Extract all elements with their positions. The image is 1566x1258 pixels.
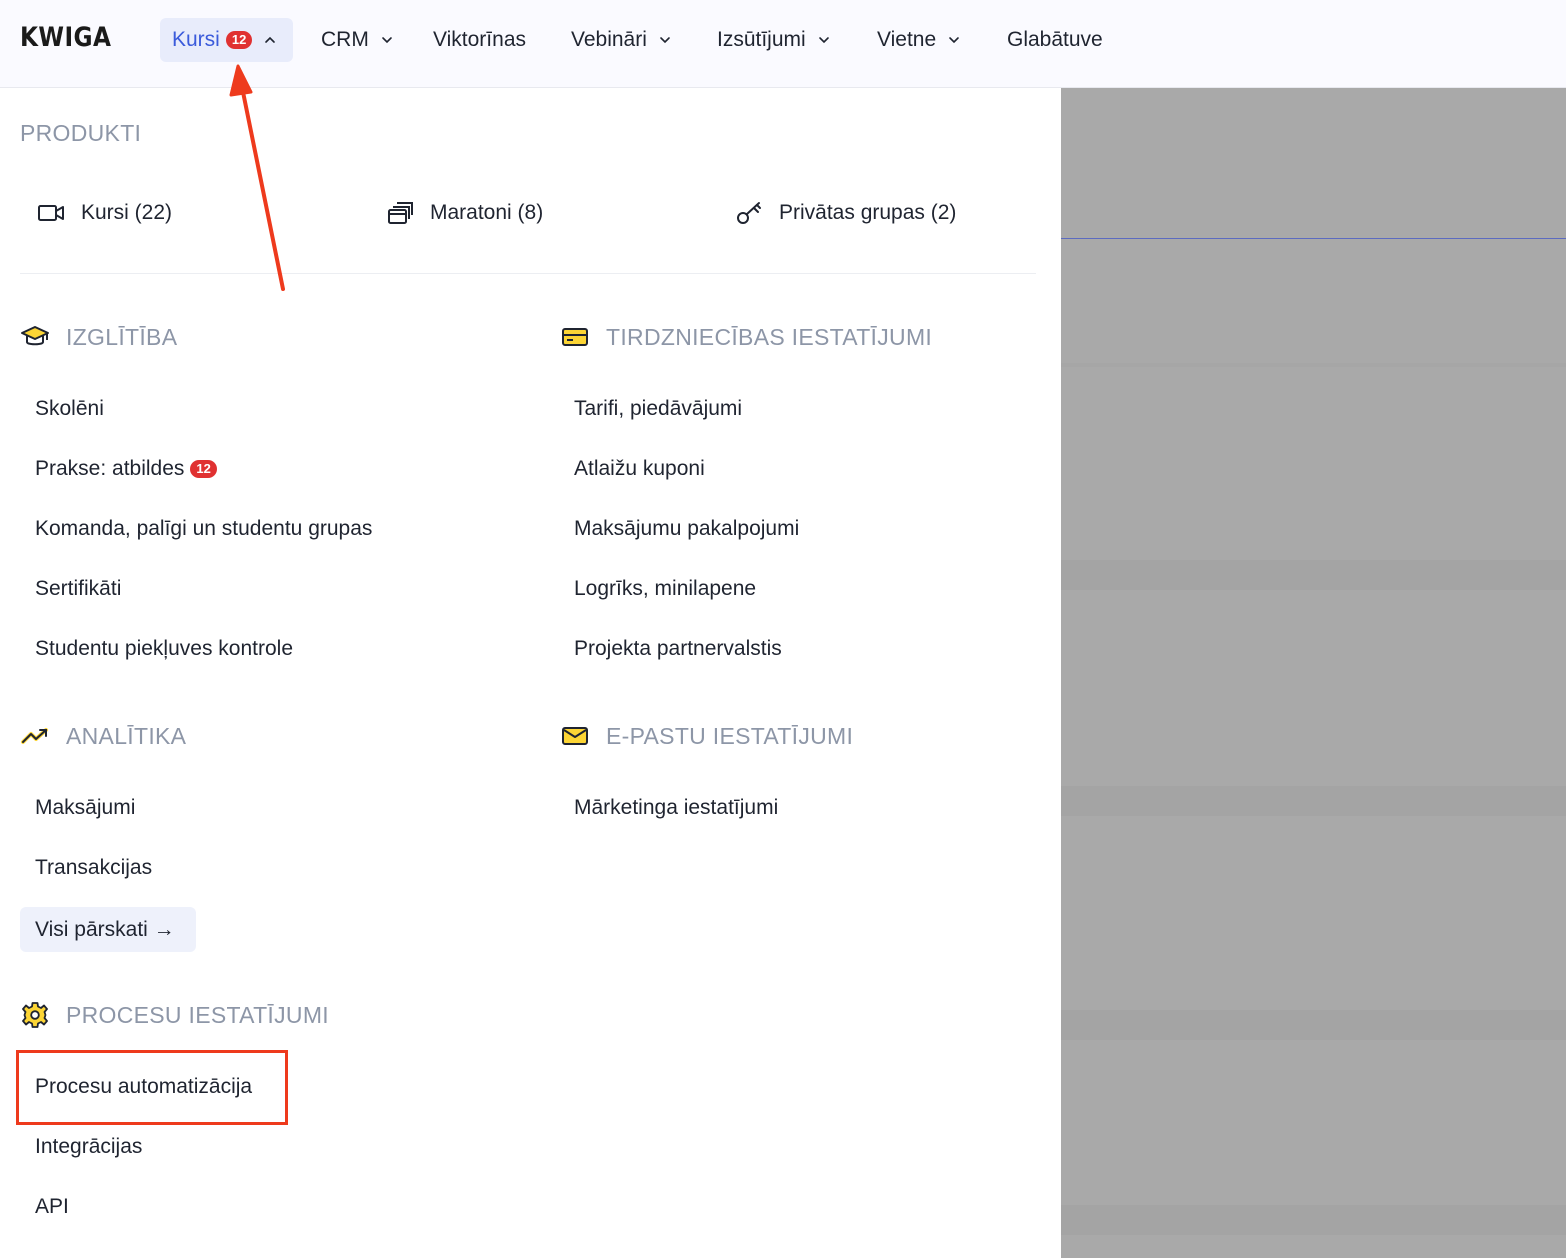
overlay-divider [1061, 1205, 1566, 1235]
envelope-icon [560, 721, 590, 751]
overlay-divider [1061, 1010, 1566, 1040]
section-title-label: PROCESU IESTATĪJUMI [66, 1001, 329, 1028]
product-link-private-groups[interactable]: Privātas grupas (2) [735, 198, 956, 228]
nav-item-vietne[interactable]: Vietne [877, 18, 960, 62]
chevron-down-icon [818, 37, 829, 44]
stacked-cards-icon [386, 198, 416, 228]
menu-link-marketing-settings[interactable]: Mārketinga iestatījumi [574, 796, 778, 820]
section-title-education: IZGLĪTĪBA [20, 322, 177, 352]
section-title-label: ANALĪTIKA [66, 722, 187, 749]
graduation-cap-icon [20, 322, 50, 352]
menu-link-transactions[interactable]: Transakcijas [35, 856, 152, 880]
menu-link-access-control[interactable]: Studentu piekļuves kontrole [35, 637, 293, 661]
menu-link-team[interactable]: Komanda, palīgi un studentu grupas [35, 517, 372, 541]
nav-item-viktorinas[interactable]: Viktorīnas [433, 18, 526, 62]
chevron-down-icon [949, 37, 959, 44]
product-link-courses[interactable]: Kursi (22) [37, 198, 172, 228]
overlay-divider [1061, 238, 1566, 239]
overlay-divider [1061, 363, 1566, 367]
section-title-label: TIRDZNIECĪBAS IESTATĪJUMI [606, 323, 933, 350]
nav-item-label: Vietne [877, 28, 937, 51]
key-icon [735, 198, 765, 228]
product-label: Maratoni (8) [430, 201, 544, 224]
menu-link-students[interactable]: Skolēni [35, 397, 104, 421]
credit-card-icon [560, 322, 590, 352]
menu-link-tariffs[interactable]: Tarifi, piedāvājumi [574, 397, 742, 421]
menu-link-label: Prakse: atbildes [35, 457, 185, 480]
nav-item-vebinari[interactable]: Vebināri [571, 18, 671, 62]
kwiga-logo[interactable]: KWIGA [20, 22, 111, 53]
nav-item-label: Vebināri [571, 28, 647, 51]
nav-item-izsutijumi[interactable]: Izsūtījumi [717, 18, 830, 62]
video-camera-icon [37, 198, 67, 228]
menu-link-payment-services[interactable]: Maksājumu pakalpojumi [574, 517, 799, 541]
notification-badge: 12 [190, 460, 217, 478]
nav-item-label: Izsūtījumi [717, 28, 806, 51]
menu-link-certificates[interactable]: Sertifikāti [35, 577, 121, 601]
top-navigation-bar: KWIGA Kursi 12 CRM Viktorīnas Vebināri I… [0, 0, 1566, 88]
menu-link-api[interactable]: API [35, 1195, 69, 1219]
trending-up-icon [20, 721, 50, 751]
nav-item-label: CRM [321, 28, 369, 51]
nav-item-label: Viktorīnas [433, 28, 526, 51]
section-title-products: PRODUKTI [20, 120, 142, 146]
section-title-trade-settings: TIRDZNIECĪBAS IESTATĪJUMI [560, 322, 932, 352]
section-title-process-settings: PROCESU IESTATĪJUMI [20, 1000, 329, 1030]
menu-link-widget[interactable]: Logrīks, minilapene [574, 577, 756, 601]
overlay-divider [1061, 560, 1566, 590]
nav-item-glabatuve[interactable]: Glabātuve [1007, 18, 1103, 62]
product-link-marathons[interactable]: Maratoni (8) [386, 198, 543, 228]
notification-badge: 12 [225, 31, 253, 49]
overlay-divider [1061, 786, 1566, 816]
section-title-label: IZGLĪTĪBA [66, 323, 178, 350]
product-label: Privātas grupas (2) [779, 201, 957, 224]
chevron-up-icon [265, 36, 276, 43]
section-title-email-settings: E-PASTU IESTATĪJUMI [560, 721, 853, 751]
nav-item-kursi[interactable]: Kursi 12 [160, 18, 293, 62]
gear-icon [20, 1000, 50, 1030]
nav-item-crm[interactable]: CRM [321, 18, 393, 62]
nav-item-label: Kursi [172, 28, 220, 51]
nav-item-label: Glabātuve [1007, 28, 1103, 51]
section-title-label: E-PASTU IESTATĪJUMI [606, 722, 854, 749]
menu-link-practice-answers[interactable]: Prakse: atbildes 12 [35, 457, 217, 481]
page-overlay[interactable] [1061, 88, 1566, 1258]
menu-link-partner-countries[interactable]: Projekta partnervalstis [574, 637, 782, 661]
menu-link-coupons[interactable]: Atlaižu kuponi [574, 457, 705, 481]
highlight-box [16, 1050, 288, 1125]
menu-link-payments[interactable]: Maksājumi [35, 796, 135, 820]
section-divider [20, 273, 1036, 274]
chevron-down-icon [660, 37, 670, 44]
chevron-down-icon [382, 37, 392, 44]
section-title-analytics: ANALĪTIKA [20, 721, 186, 751]
all-reports-button[interactable]: Visi pārskati → [20, 907, 196, 952]
product-label: Kursi (22) [81, 201, 173, 224]
menu-link-integrations[interactable]: Integrācijas [35, 1135, 142, 1159]
